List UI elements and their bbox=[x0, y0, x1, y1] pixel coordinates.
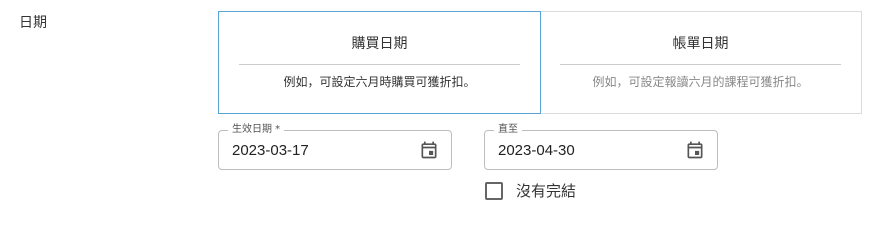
option-divider bbox=[560, 64, 841, 65]
option-title: 帳單日期 bbox=[672, 36, 729, 52]
effective-date-field[interactable]: 生效日期 * 2023-03-17 bbox=[218, 123, 452, 170]
effective-date-value[interactable]: 2023-03-17 bbox=[232, 141, 309, 161]
option-billing-date[interactable]: 帳單日期 例如，可設定報讀六月的課程可獲折扣。 bbox=[539, 11, 862, 114]
effective-date-label: 生效日期 * bbox=[228, 123, 285, 137]
option-description: 例如，可設定六月時購買可獲折扣。 bbox=[283, 75, 476, 89]
calendar-icon[interactable] bbox=[419, 140, 439, 160]
option-divider bbox=[239, 64, 520, 65]
end-date-field[interactable]: 直至 2023-04-30 bbox=[484, 123, 718, 170]
option-purchase-date[interactable]: 購買日期 例如，可設定六月時購買可獲折扣。 bbox=[218, 11, 541, 114]
no-end-checkbox-row[interactable]: 沒有完結 bbox=[485, 180, 576, 202]
option-title: 購買日期 bbox=[351, 36, 408, 52]
no-end-checkbox[interactable] bbox=[485, 182, 503, 200]
section-label: 日期 bbox=[19, 15, 47, 31]
option-description: 例如，可設定報讀六月的課程可獲折扣。 bbox=[592, 75, 809, 89]
no-end-label[interactable]: 沒有完結 bbox=[516, 181, 576, 201]
end-date-value[interactable]: 2023-04-30 bbox=[498, 141, 575, 161]
end-date-label: 直至 bbox=[494, 123, 522, 137]
date-settings-panel: 日期 購買日期 例如，可設定六月時購買可獲折扣。 帳單日期 例如，可設定報讀六月… bbox=[0, 0, 884, 207]
date-type-selector: 購買日期 例如，可設定六月時購買可獲折扣。 帳單日期 例如，可設定報讀六月的課程… bbox=[218, 11, 862, 114]
calendar-icon[interactable] bbox=[685, 140, 705, 160]
